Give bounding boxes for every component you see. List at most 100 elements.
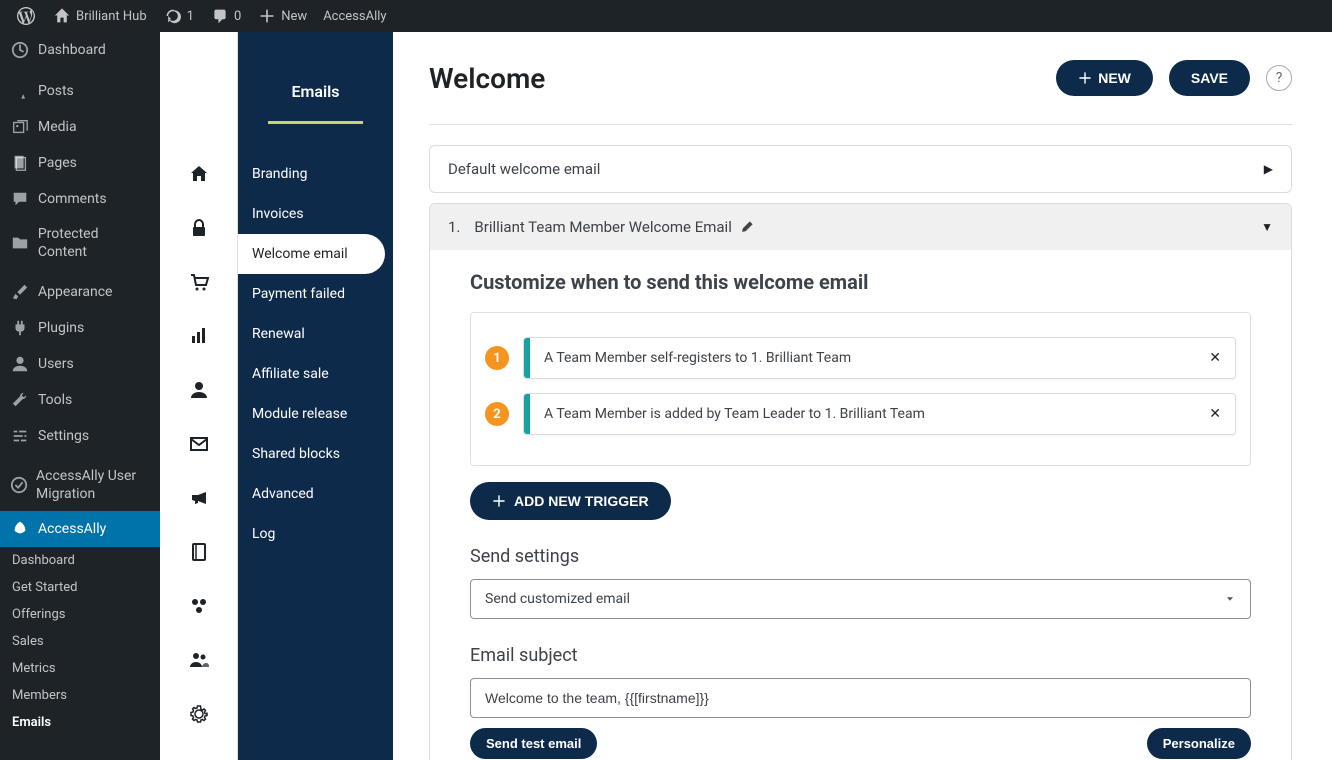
accordion-body: Customize when to send this welcome emai… bbox=[430, 250, 1291, 760]
menu-label: Plugins bbox=[38, 319, 84, 337]
menu-label: Tools bbox=[38, 391, 72, 409]
main-content: Welcome NEW SAVE ? Default welcome email… bbox=[393, 32, 1332, 760]
trigger-row-1: 1 A Team Member self-registers to 1. Bri… bbox=[485, 337, 1236, 379]
add-trigger-button[interactable]: ADD NEW TRIGGER bbox=[470, 482, 671, 520]
chevron-right-icon: ▶ bbox=[1264, 162, 1273, 176]
sub-item-module-release[interactable]: Module release bbox=[238, 394, 393, 434]
site-name: Brilliant Hub bbox=[76, 9, 147, 24]
accordion-default-header[interactable]: Default welcome email ▶ bbox=[430, 146, 1291, 192]
menu-comments[interactable]: Comments bbox=[0, 181, 160, 217]
submenu-dashboard[interactable]: Dashboard bbox=[0, 547, 160, 574]
trigger-close-1[interactable]: ✕ bbox=[1195, 350, 1235, 366]
menu-label: Users bbox=[38, 355, 74, 373]
new-content-link[interactable]: New bbox=[249, 0, 315, 32]
rail-gear-icon[interactable] bbox=[187, 702, 211, 726]
pencil-icon[interactable] bbox=[740, 220, 754, 234]
sub-item-shared-blocks[interactable]: Shared blocks bbox=[238, 434, 393, 474]
submenu-metrics[interactable]: Metrics bbox=[0, 655, 160, 682]
plus-icon bbox=[492, 494, 506, 508]
menu-label: Comments bbox=[38, 190, 107, 208]
accordion-default: Default welcome email ▶ bbox=[429, 145, 1292, 193]
trigger-card-2[interactable]: A Team Member is added by Team Leader to… bbox=[523, 393, 1236, 435]
accessally-icon bbox=[10, 519, 30, 539]
rail-book-icon[interactable] bbox=[187, 540, 211, 564]
trigger-close-2[interactable]: ✕ bbox=[1195, 406, 1235, 422]
trigger-row-2: 2 A Team Member is added by Team Leader … bbox=[485, 393, 1236, 435]
wordpress-icon bbox=[16, 6, 36, 26]
send-settings-value: Send customized email bbox=[485, 591, 630, 607]
menu-posts[interactable]: Posts bbox=[0, 73, 160, 109]
rail-users-icon[interactable] bbox=[187, 648, 211, 672]
menu-media[interactable]: Media bbox=[0, 109, 160, 145]
send-test-button[interactable]: Send test email bbox=[470, 728, 597, 759]
updates-link[interactable]: 1 bbox=[155, 0, 202, 32]
updates-count: 1 bbox=[187, 9, 194, 24]
admin-bar: Brilliant Hub 1 0 New AccessAlly bbox=[0, 0, 1332, 32]
wp-logo[interactable] bbox=[8, 0, 44, 32]
page-title: Welcome bbox=[429, 62, 545, 95]
trigger-card-1[interactable]: A Team Member self-registers to 1. Brill… bbox=[523, 337, 1236, 379]
menu-users[interactable]: Users bbox=[0, 346, 160, 382]
menu-label: Posts bbox=[38, 82, 74, 100]
rail-home-icon[interactable] bbox=[187, 162, 211, 186]
sub-sidebar-title: Emails bbox=[238, 32, 393, 121]
submenu-emails[interactable]: Emails bbox=[0, 709, 160, 736]
sub-item-log[interactable]: Log bbox=[238, 514, 393, 554]
rail-chart-icon[interactable] bbox=[187, 324, 211, 348]
accessally-bar-link[interactable]: AccessAlly bbox=[315, 0, 394, 32]
menu-tools[interactable]: Tools bbox=[0, 382, 160, 418]
site-name-link[interactable]: Brilliant Hub bbox=[44, 0, 155, 32]
menu-protected-content[interactable]: Protected Content bbox=[0, 217, 160, 269]
sub-item-advanced[interactable]: Advanced bbox=[238, 474, 393, 514]
menu-accessally-migration[interactable]: AccessAlly User Migration bbox=[0, 459, 160, 511]
menu-label: Dashboard bbox=[38, 41, 106, 59]
accordion-email-1-header[interactable]: 1. Brilliant Team Member Welcome Email ▼ bbox=[430, 204, 1291, 250]
sub-item-invoices[interactable]: Invoices bbox=[238, 194, 393, 234]
brush-icon bbox=[10, 282, 30, 302]
help-button[interactable]: ? bbox=[1266, 65, 1292, 91]
sub-item-renewal[interactable]: Renewal bbox=[238, 314, 393, 354]
menu-dashboard[interactable]: Dashboard bbox=[0, 32, 160, 68]
sub-item-payment-failed[interactable]: Payment failed bbox=[238, 274, 393, 314]
pin-icon bbox=[10, 81, 30, 101]
menu-settings[interactable]: Settings bbox=[0, 418, 160, 454]
rail-envelope-icon[interactable] bbox=[187, 432, 211, 456]
menu-label: Media bbox=[38, 118, 77, 136]
submenu-offerings[interactable]: Offerings bbox=[0, 601, 160, 628]
menu-appearance[interactable]: Appearance bbox=[0, 274, 160, 310]
plus-icon bbox=[1078, 71, 1092, 85]
icon-rail bbox=[160, 32, 238, 760]
rail-lock-icon[interactable] bbox=[187, 216, 211, 240]
migrate-icon bbox=[10, 475, 28, 495]
comment-icon bbox=[210, 6, 230, 26]
send-settings-select[interactable]: Send customized email bbox=[470, 579, 1251, 619]
accordion-email-1: 1. Brilliant Team Member Welcome Email ▼… bbox=[429, 203, 1292, 760]
accordion-email-title: Brilliant Team Member Welcome Email bbox=[474, 218, 731, 236]
rail-user-icon[interactable] bbox=[187, 378, 211, 402]
sub-item-welcome-email[interactable]: Welcome email bbox=[238, 234, 385, 274]
submenu-get-started[interactable]: Get Started bbox=[0, 574, 160, 601]
save-button[interactable]: SAVE bbox=[1169, 60, 1250, 96]
rail-megaphone-icon[interactable] bbox=[187, 486, 211, 510]
menu-pages[interactable]: Pages bbox=[0, 145, 160, 181]
chevron-down-icon: ▼ bbox=[1261, 220, 1273, 234]
personalize-button[interactable]: Personalize bbox=[1147, 728, 1251, 759]
email-subject-input[interactable] bbox=[470, 678, 1251, 718]
rail-shapes-icon[interactable] bbox=[187, 594, 211, 618]
wp-admin-sidebar: Dashboard Posts Media Pages Comments Pro… bbox=[0, 32, 160, 760]
sub-item-affiliate-sale[interactable]: Affiliate sale bbox=[238, 354, 393, 394]
menu-accessally[interactable]: AccessAlly bbox=[0, 511, 160, 547]
sliders-icon bbox=[10, 426, 30, 446]
submenu-sales[interactable]: Sales bbox=[0, 628, 160, 655]
new-button[interactable]: NEW bbox=[1056, 60, 1153, 96]
menu-plugins[interactable]: Plugins bbox=[0, 310, 160, 346]
trigger-text-1: A Team Member self-registers to 1. Brill… bbox=[530, 350, 1195, 366]
send-settings-label: Send settings bbox=[470, 546, 1251, 567]
sub-item-branding[interactable]: Branding bbox=[238, 154, 393, 194]
user-icon bbox=[10, 354, 30, 374]
page-header: Welcome NEW SAVE ? bbox=[429, 60, 1292, 96]
rail-cart-icon[interactable] bbox=[187, 270, 211, 294]
submenu-members[interactable]: Members bbox=[0, 682, 160, 709]
comments-link[interactable]: 0 bbox=[202, 0, 249, 32]
plus-icon bbox=[257, 6, 277, 26]
